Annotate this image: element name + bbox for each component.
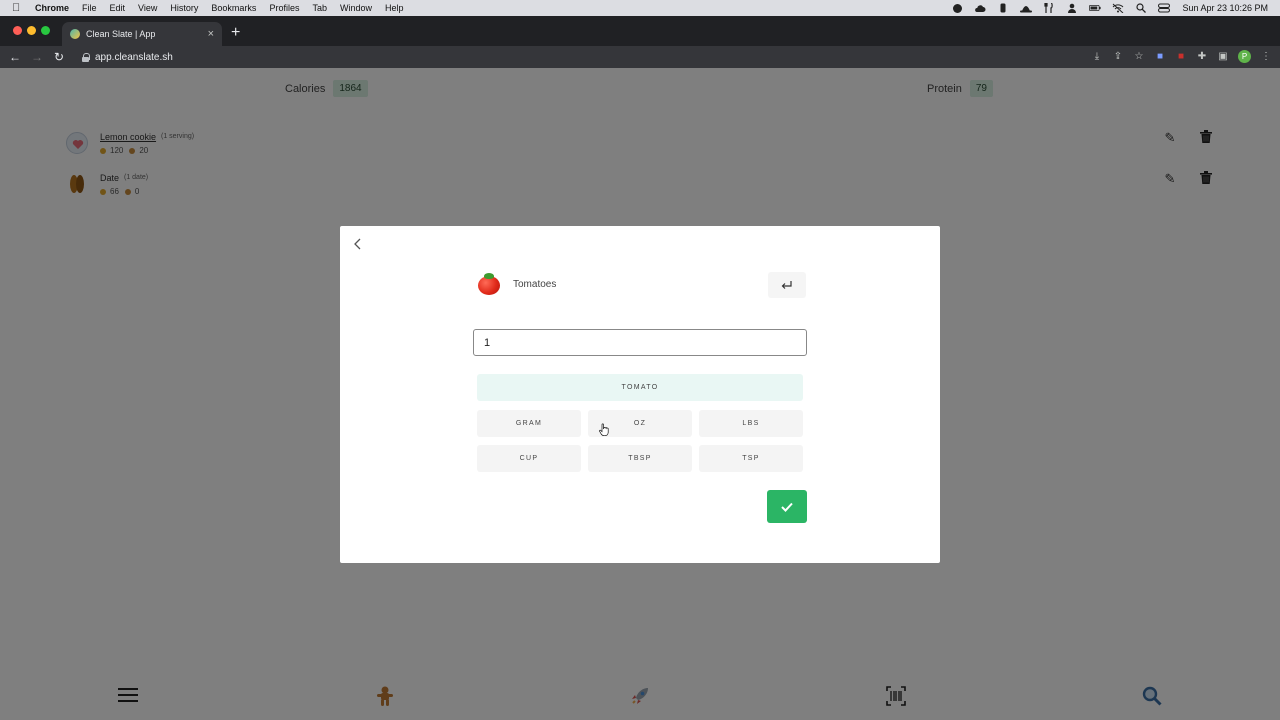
hand-cursor-icon [599,423,609,437]
side-panel-icon[interactable]: ▣ [1217,51,1229,63]
macos-menubar:  Chrome File Edit View History Bookmark… [0,0,1280,16]
food-title: Tomatoes [513,278,557,290]
record-icon[interactable] [951,3,963,13]
new-tab-icon[interactable]: + [231,25,240,41]
minimize-window-button[interactable] [27,26,36,35]
bookmark-star-icon[interactable]: ☆ [1133,51,1145,63]
browser-toolbar: ← → ↻ app.cleanslate.sh ⤓ ⇪ ☆ ■ ■ ✚ ▣ P … [0,46,1280,68]
profile-avatar[interactable]: P [1238,50,1251,63]
menu-edit[interactable]: Edit [110,3,126,13]
apple-icon[interactable]:  [12,3,22,14]
extension-ublock-icon[interactable]: ■ [1175,51,1187,63]
unit-button-lbs[interactable]: LBS [699,410,803,437]
tab-title: Clean Slate | App [86,29,156,39]
battery-icon[interactable] [1089,3,1102,13]
tomato-icon [477,272,501,296]
maximize-window-button[interactable] [41,26,50,35]
unit-button-cup[interactable]: CUP [477,445,581,472]
menu-help[interactable]: Help [385,3,404,13]
chevron-left-icon[interactable] [350,236,364,254]
forward-arrow-icon[interactable]: → [26,50,48,64]
confirm-button[interactable] [767,490,807,523]
food-header: Tomatoes [477,272,556,296]
close-tab-icon[interactable]: × [208,29,214,40]
hat-icon[interactable] [1020,3,1033,13]
cloud-icon[interactable] [974,3,986,13]
return-button[interactable] [768,272,806,298]
quantity-input[interactable] [473,329,807,356]
menu-bookmarks[interactable]: Bookmarks [211,3,256,13]
share-icon[interactable]: ⇪ [1112,51,1124,63]
extensions-puzzle-icon[interactable]: ✚ [1196,51,1208,63]
close-window-button[interactable] [13,26,22,35]
menu-history[interactable]: History [170,3,198,13]
add-food-modal: Tomatoes TOMATO GRAM OZ LBS CUP TBSP TSP [340,226,940,563]
wifi-off-icon[interactable] [1112,3,1124,13]
menu-tab[interactable]: Tab [312,3,327,13]
menu-window[interactable]: Window [340,3,372,13]
url-text[interactable]: app.cleanslate.sh [95,52,173,63]
user-icon[interactable] [1066,3,1078,13]
install-app-icon[interactable]: ⤓ [1091,51,1103,63]
check-icon [781,499,793,515]
address-bar[interactable]: app.cleanslate.sh [74,47,1074,67]
browser-tab[interactable]: Clean Slate | App × [62,22,222,46]
return-icon [781,278,793,293]
control-center-icon[interactable] [1158,3,1171,13]
favicon-icon [70,29,80,39]
unit-button-tsp[interactable]: TSP [699,445,803,472]
back-arrow-icon[interactable]: ← [4,50,26,64]
menu-view[interactable]: View [138,3,157,13]
unit-button-tomato[interactable]: TOMATO [477,374,803,401]
menu-profiles[interactable]: Profiles [269,3,299,13]
menu-file[interactable]: File [82,3,97,13]
extension-shield-icon[interactable]: ■ [1154,51,1166,63]
unit-button-gram[interactable]: GRAM [477,410,581,437]
chrome-menu-icon[interactable]: ⋮ [1260,51,1272,63]
battery-indicator-icon[interactable] [997,3,1009,13]
menubar-clock[interactable]: Sun Apr 23 10:26 PM [1182,3,1268,13]
fork-knife-icon[interactable] [1043,3,1055,13]
menu-chrome[interactable]: Chrome [35,3,69,13]
unit-button-tbsp[interactable]: TBSP [588,445,692,472]
reload-icon[interactable]: ↻ [48,50,70,64]
browser-tabbar: Clean Slate | App × + [0,16,1280,46]
lock-icon[interactable] [82,53,90,62]
search-icon[interactable] [1135,3,1147,13]
